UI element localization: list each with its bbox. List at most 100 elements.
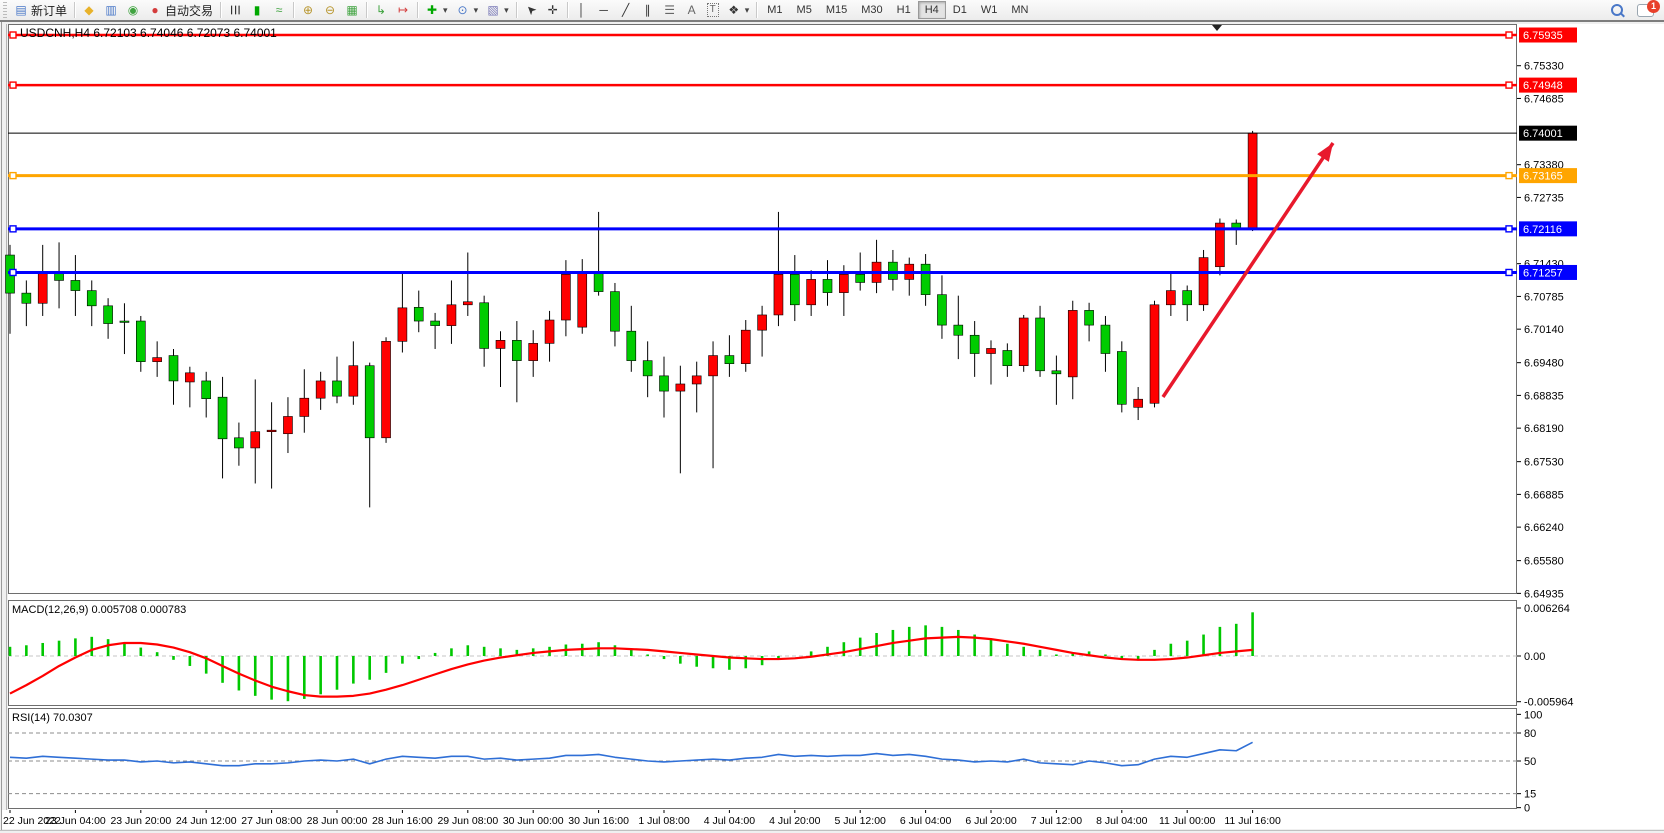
tab-m5[interactable]: M5 bbox=[790, 1, 819, 19]
cursor-button[interactable]: ➤ bbox=[520, 0, 542, 20]
separator bbox=[366, 2, 367, 18]
hline-endpoint[interactable] bbox=[1506, 226, 1512, 232]
line-chart-button[interactable]: ≈ bbox=[268, 0, 290, 20]
hline-endpoint[interactable] bbox=[10, 32, 16, 38]
macd-label: MACD(12,26,9) 0.005708 0.000783 bbox=[12, 604, 186, 616]
zoom-out-button[interactable]: ⊖ bbox=[319, 0, 341, 20]
indicators-button[interactable]: ✚ ▾ bbox=[421, 0, 452, 20]
tab-mn[interactable]: MN bbox=[1004, 1, 1035, 19]
candle-body bbox=[856, 274, 865, 282]
market-watch-button[interactable]: ◆ bbox=[78, 0, 100, 20]
candle-body bbox=[333, 381, 342, 396]
channel-button[interactable]: ∥ bbox=[637, 0, 659, 20]
shapes-icon: ❖ bbox=[727, 3, 741, 17]
rsi-tick-label: 80 bbox=[1524, 728, 1536, 740]
chevron-down-icon: ▾ bbox=[443, 5, 448, 16]
zoom-in-button[interactable]: ⊕ bbox=[297, 0, 319, 20]
candle-body bbox=[414, 307, 423, 321]
bar-chart-button[interactable]: ☰ bbox=[224, 0, 246, 20]
auto-trading-label: 自动交易 bbox=[165, 2, 213, 19]
candle-body bbox=[627, 331, 636, 360]
price-badge-label: 6.74948 bbox=[1523, 80, 1563, 92]
separator bbox=[567, 2, 568, 18]
candle-body bbox=[267, 430, 276, 432]
hline-endpoint[interactable] bbox=[10, 226, 16, 232]
tile-windows-button[interactable]: ▦ bbox=[341, 0, 363, 20]
tile-windows-icon: ▦ bbox=[345, 3, 359, 17]
price-badge-label: 6.74001 bbox=[1523, 128, 1563, 140]
hline-endpoint[interactable] bbox=[10, 82, 16, 88]
periods-button[interactable]: ⊙ ▾ bbox=[452, 0, 483, 20]
fibonacci-button[interactable]: ☰ bbox=[659, 0, 681, 20]
hline-endpoint[interactable] bbox=[1506, 173, 1512, 179]
hline-endpoint[interactable] bbox=[10, 269, 16, 275]
trendline-icon: ╱ bbox=[619, 3, 633, 17]
date-label: 30 Jun 00:00 bbox=[503, 815, 564, 827]
hline-endpoint[interactable] bbox=[1506, 82, 1512, 88]
price-tick-label: 6.75330 bbox=[1524, 61, 1564, 73]
tab-h4[interactable]: H4 bbox=[918, 1, 946, 19]
candle-body bbox=[692, 376, 701, 384]
price-badge-label: 6.72116 bbox=[1523, 224, 1562, 236]
text-label-button[interactable]: T bbox=[703, 0, 723, 20]
hline-endpoint[interactable] bbox=[10, 173, 16, 179]
vertical-line-button[interactable]: │ bbox=[571, 0, 593, 20]
auto-scroll-button[interactable]: ↳ bbox=[370, 0, 392, 20]
candle-body bbox=[1183, 291, 1192, 305]
chart-title: USDCNH,H4 6.72103 6.74046 6.72073 6.7400… bbox=[20, 26, 277, 40]
strategy-tester-button[interactable]: ◉ bbox=[122, 0, 144, 20]
rsi-tick-label: 50 bbox=[1524, 756, 1536, 768]
candle-body bbox=[823, 279, 832, 292]
toolbar-grip[interactable] bbox=[3, 2, 7, 18]
candlestick-chart-button[interactable]: ▮ bbox=[246, 0, 268, 20]
candle-body bbox=[300, 398, 309, 416]
text-icon: A bbox=[685, 3, 699, 17]
date-label: 1 Jul 08:00 bbox=[638, 815, 690, 827]
tab-w1[interactable]: W1 bbox=[974, 1, 1005, 19]
new-order-button[interactable]: ▤ 新订单 bbox=[10, 0, 71, 20]
notifications-icon[interactable]: 1 bbox=[1637, 4, 1654, 17]
trendline-button[interactable]: ╱ bbox=[615, 0, 637, 20]
tab-m30[interactable]: M30 bbox=[854, 1, 889, 19]
candle-body bbox=[496, 340, 505, 348]
candle-body bbox=[512, 340, 521, 360]
clock-icon: ⊙ bbox=[456, 3, 470, 17]
candle-body bbox=[790, 274, 799, 304]
candle-body bbox=[954, 325, 963, 335]
crosshair-icon: ✛ bbox=[546, 3, 560, 17]
horizontal-line-button[interactable]: ─ bbox=[593, 0, 615, 20]
data-window-icon: ▥ bbox=[104, 3, 118, 17]
hline-endpoint[interactable] bbox=[1506, 32, 1512, 38]
date-label: 23 Jun 04:00 bbox=[45, 815, 106, 827]
candle-body bbox=[594, 272, 603, 291]
bar-chart-icon: ☰ bbox=[228, 3, 242, 17]
date-label: 11 Jul 00:00 bbox=[1159, 815, 1216, 827]
auto-trading-button[interactable]: ● 自动交易 bbox=[144, 0, 217, 20]
auto-trading-icon: ● bbox=[148, 3, 162, 17]
chart-shift-button[interactable]: ↦ bbox=[392, 0, 414, 20]
crosshair-button[interactable]: ✛ bbox=[542, 0, 564, 20]
tab-h1[interactable]: H1 bbox=[890, 1, 918, 19]
hline-endpoint[interactable] bbox=[1506, 269, 1512, 275]
tab-m15[interactable]: M15 bbox=[819, 1, 854, 19]
text-button[interactable]: A bbox=[681, 0, 703, 20]
channel-icon: ∥ bbox=[641, 3, 655, 17]
rsi-label: RSI(14) 70.0307 bbox=[12, 712, 93, 724]
price-tick-label: 6.68190 bbox=[1524, 423, 1564, 435]
data-window-button[interactable]: ▥ bbox=[100, 0, 122, 20]
templates-button[interactable]: ▧ ▾ bbox=[482, 0, 513, 20]
shapes-button[interactable]: ❖ ▾ bbox=[723, 0, 754, 20]
date-label: 24 Jun 12:00 bbox=[176, 815, 237, 827]
candle-body bbox=[610, 292, 619, 332]
candle-body bbox=[529, 343, 538, 360]
candle-body bbox=[431, 321, 440, 326]
date-label: 29 Jun 08:00 bbox=[437, 815, 498, 827]
candle-body bbox=[463, 302, 472, 305]
search-icon[interactable] bbox=[1611, 4, 1623, 16]
tab-m1[interactable]: M1 bbox=[760, 1, 789, 19]
candle-body bbox=[1052, 371, 1061, 374]
fibonacci-icon: ☰ bbox=[663, 3, 677, 17]
candle-body bbox=[1199, 258, 1208, 305]
tab-d1[interactable]: D1 bbox=[946, 1, 974, 19]
toolbar: ▤ 新订单 ◆ ▥ ◉ ● 自动交易 ☰ ▮ ≈ ⊕ ⊖ ▦ ↳ ↦ ✚ ▾ bbox=[0, 0, 1664, 22]
